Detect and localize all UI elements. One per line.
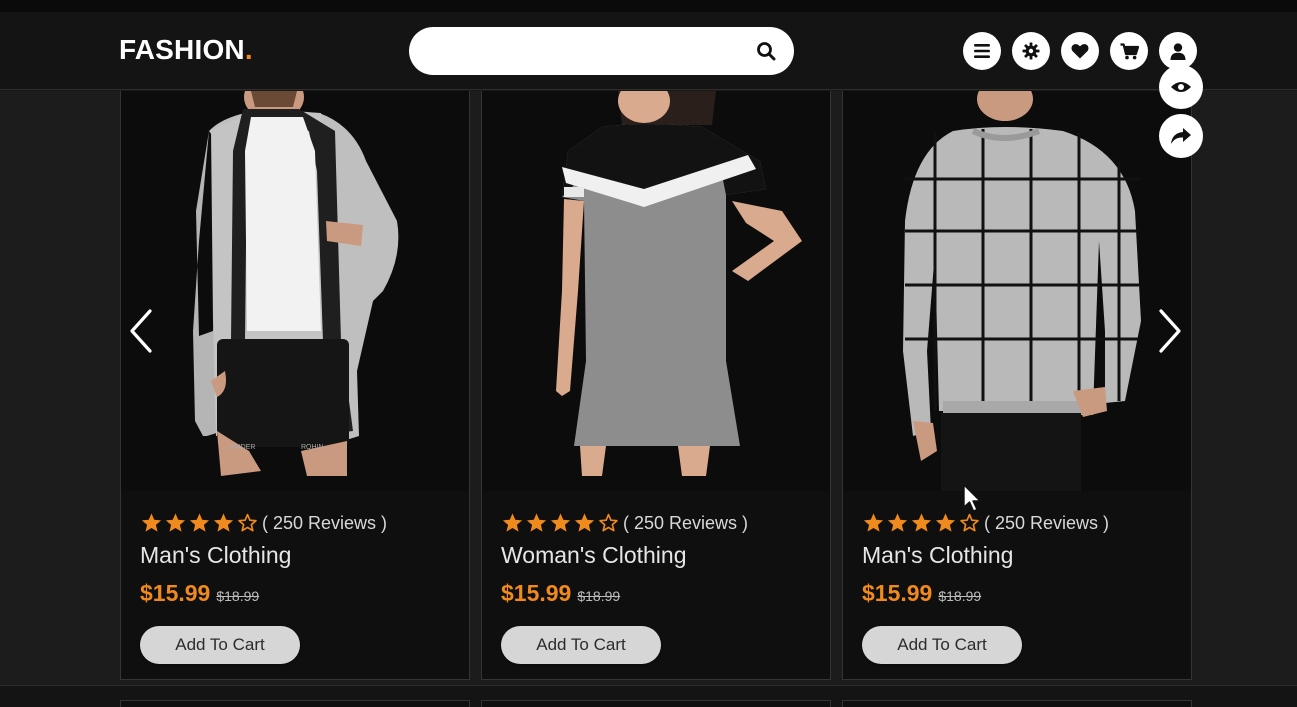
- cart-button[interactable]: [1110, 32, 1148, 70]
- top-strip: [0, 0, 1297, 12]
- carousel-next-button[interactable]: [1150, 301, 1190, 361]
- search-input[interactable]: [429, 37, 739, 65]
- review-count: ( 250 Reviews ): [984, 512, 1110, 533]
- mouse-pointer-icon: [963, 484, 981, 512]
- rating: ( 250 Reviews ): [140, 510, 460, 536]
- star-filled-icon: [550, 513, 571, 532]
- star-empty-icon: [238, 513, 257, 532]
- product-info: ( 250 Reviews ) Man's Clothing $15.99 $1…: [862, 510, 1182, 664]
- star-filled-icon: [574, 513, 595, 532]
- product-card: ( 250 Reviews ) Woman's Clothing $15.99 …: [481, 91, 831, 680]
- share-icon: [1171, 128, 1191, 144]
- product-card: RAIDER ROHIN ( 250 Reviews ) Man's Cloth…: [120, 91, 470, 680]
- product-carousel: RAIDER ROHIN ( 250 Reviews ) Man's Cloth…: [0, 65, 1297, 685]
- site-logo[interactable]: FASHION.: [119, 34, 253, 66]
- product-image[interactable]: [482, 91, 830, 491]
- product-name[interactable]: Woman's Clothing: [501, 542, 821, 572]
- menu-icon: [974, 44, 990, 58]
- star-empty-icon: [960, 513, 979, 532]
- old-price: $18.99: [216, 588, 260, 604]
- star-filled-icon: [213, 513, 234, 532]
- eye-icon: [1171, 82, 1191, 92]
- star-rating: [501, 512, 620, 534]
- star-rating: [140, 512, 259, 534]
- user-icon: [1170, 42, 1186, 60]
- man-sweater-image: [843, 91, 1191, 491]
- old-price: $18.99: [938, 588, 982, 604]
- header-icons: [963, 32, 1197, 70]
- chevron-left-icon: [130, 309, 152, 353]
- chevron-right-icon: [1159, 309, 1181, 353]
- price-row: $15.99 $18.99: [140, 580, 460, 614]
- product-name[interactable]: Man's Clothing: [140, 542, 460, 572]
- next-row-card: [120, 700, 470, 707]
- review-count: ( 250 Reviews ): [262, 512, 388, 533]
- rating: ( 250 Reviews ): [501, 510, 821, 536]
- product-name[interactable]: Man's Clothing: [862, 542, 1182, 572]
- star-rating: [862, 512, 981, 534]
- logo-text: FASHION: [119, 34, 245, 65]
- star-filled-icon: [141, 513, 162, 532]
- review-count: ( 250 Reviews ): [623, 512, 749, 533]
- search-bar: [409, 27, 794, 75]
- star-filled-icon: [935, 513, 956, 532]
- cart-icon: [1120, 42, 1139, 59]
- add-to-cart-button[interactable]: Add To Cart: [140, 626, 300, 664]
- current-price: $15.99: [862, 580, 933, 606]
- price-row: $15.99 $18.99: [501, 580, 821, 614]
- heart-icon: [1071, 44, 1089, 59]
- star-filled-icon: [887, 513, 908, 532]
- price-row: $15.99 $18.99: [862, 580, 1182, 614]
- current-price: $15.99: [140, 580, 211, 606]
- product-info: ( 250 Reviews ) Woman's Clothing $15.99 …: [501, 510, 821, 664]
- product-image[interactable]: [843, 91, 1191, 491]
- product-image[interactable]: RAIDER ROHIN: [121, 91, 469, 491]
- quick-view-button[interactable]: [1159, 65, 1203, 109]
- settings-button[interactable]: [1012, 32, 1050, 70]
- product-card: ( 250 Reviews ) Man's Clothing $15.99 $1…: [842, 91, 1192, 680]
- old-price: $18.99: [577, 588, 621, 604]
- star-filled-icon: [911, 513, 932, 532]
- gear-icon: [1022, 42, 1040, 60]
- svg-text:ROHIN: ROHIN: [301, 444, 324, 451]
- search-button[interactable]: [754, 39, 778, 63]
- add-to-cart-button[interactable]: Add To Cart: [862, 626, 1022, 664]
- woman-dress-image: [482, 91, 830, 491]
- search-icon: [757, 42, 776, 61]
- star-filled-icon: [863, 513, 884, 532]
- site-header: FASHION.: [0, 12, 1297, 90]
- carousel-prev-button[interactable]: [121, 301, 161, 361]
- star-filled-icon: [189, 513, 210, 532]
- product-info: ( 250 Reviews ) Man's Clothing $15.99 $1…: [140, 510, 460, 664]
- star-filled-icon: [526, 513, 547, 532]
- man-coat-image: RAIDER ROHIN: [121, 91, 469, 491]
- star-empty-icon: [599, 513, 618, 532]
- rating: ( 250 Reviews ): [862, 510, 1182, 536]
- wishlist-button[interactable]: [1061, 32, 1099, 70]
- star-filled-icon: [165, 513, 186, 532]
- current-price: $15.99: [501, 580, 572, 606]
- star-filled-icon: [502, 513, 523, 532]
- next-row-card: [842, 700, 1192, 707]
- svg-text:RAIDER: RAIDER: [229, 444, 255, 451]
- next-row-card: [481, 700, 831, 707]
- share-button[interactable]: [1159, 114, 1203, 158]
- logo-dot: .: [244, 34, 253, 65]
- menu-button[interactable]: [963, 32, 1001, 70]
- add-to-cart-button[interactable]: Add To Cart: [501, 626, 661, 664]
